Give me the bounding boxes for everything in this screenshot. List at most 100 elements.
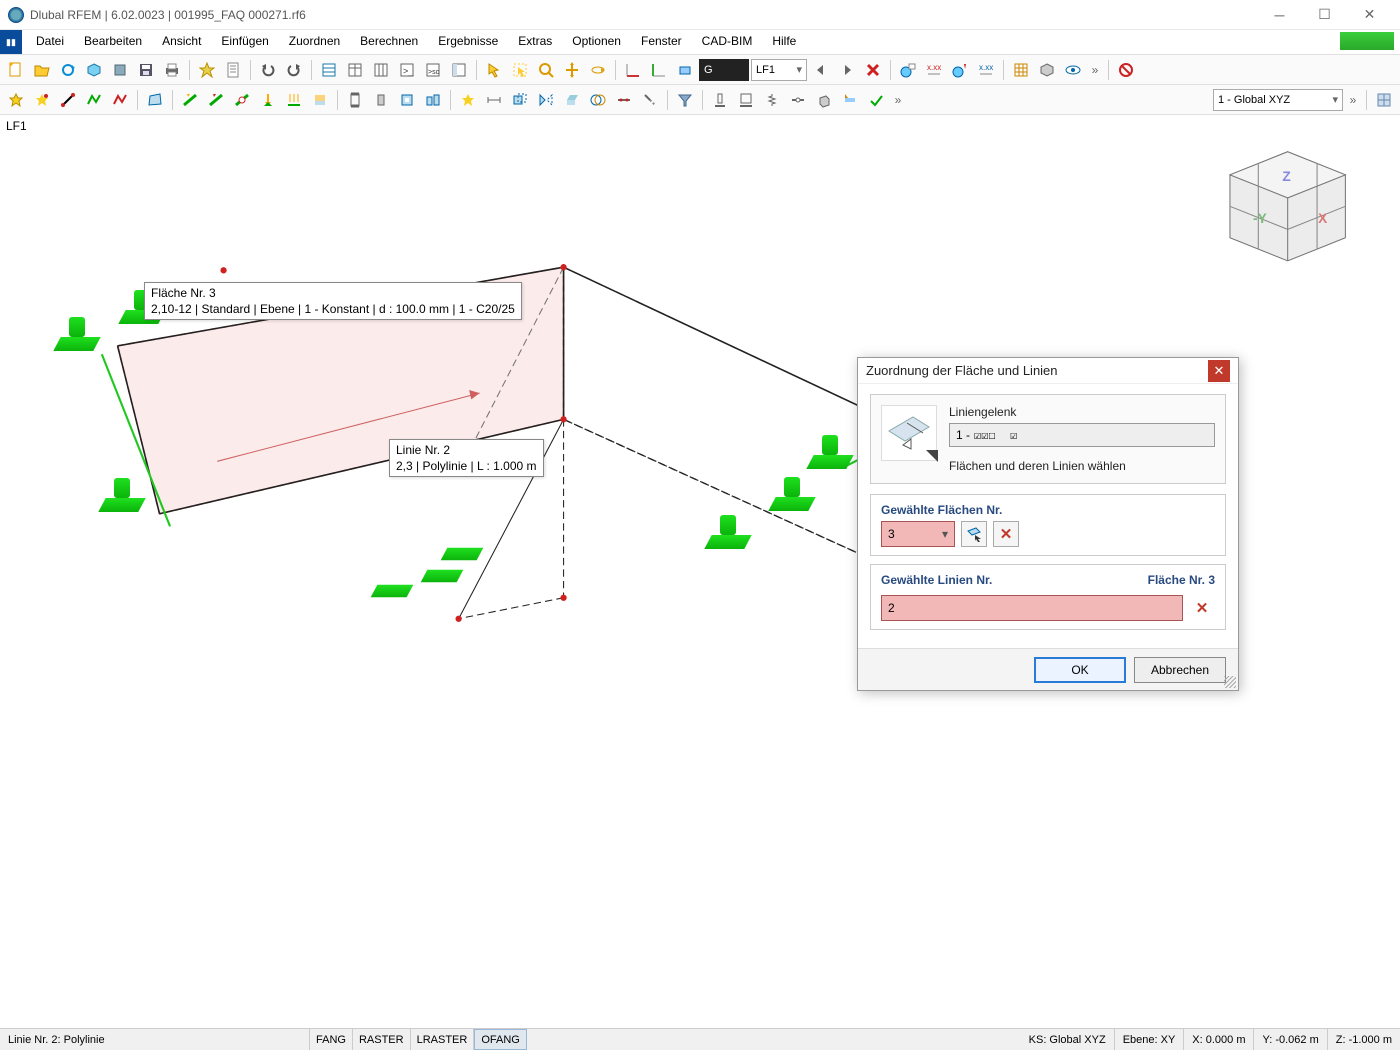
member-hinge-icon[interactable] xyxy=(230,88,254,112)
support-col-icon[interactable] xyxy=(708,88,732,112)
load-node-icon[interactable] xyxy=(256,88,280,112)
render-icon[interactable] xyxy=(1035,58,1059,82)
pan-icon[interactable] xyxy=(560,58,584,82)
select-icon[interactable] xyxy=(482,58,506,82)
status-toggle-raster[interactable]: RASTER xyxy=(353,1029,411,1050)
dialog-resize-grip[interactable] xyxy=(1224,676,1236,688)
node-yellow-icon[interactable] xyxy=(456,88,480,112)
window-minimize-button[interactable]: ─ xyxy=(1257,1,1302,29)
wizard-icon[interactable] xyxy=(195,58,219,82)
surface-quad-icon[interactable] xyxy=(143,88,167,112)
section-icon[interactable] xyxy=(343,88,367,112)
menu-ergebnisse[interactable]: Ergebnisse xyxy=(428,30,508,54)
console-icon[interactable]: >_ xyxy=(395,58,419,82)
save-icon[interactable] xyxy=(134,58,158,82)
menu-cad-bim[interactable]: CAD-BIM xyxy=(692,30,763,54)
menu-einfuegen[interactable]: Einfügen xyxy=(211,30,278,54)
copy-geo-icon[interactable] xyxy=(508,88,532,112)
menu-optionen[interactable]: Optionen xyxy=(562,30,631,54)
member-icon[interactable] xyxy=(178,88,202,112)
line-icon[interactable] xyxy=(56,88,80,112)
load-line-icon[interactable] xyxy=(282,88,306,112)
cancel-action-icon[interactable] xyxy=(1114,58,1138,82)
script-icon[interactable]: >sc xyxy=(421,58,445,82)
node-icon[interactable] xyxy=(4,88,28,112)
polyline-green-icon[interactable] xyxy=(82,88,106,112)
window-maximize-button[interactable]: ☐ xyxy=(1302,1,1347,29)
next-loadcase-icon[interactable] xyxy=(835,58,859,82)
menu-datei[interactable]: Datei xyxy=(26,30,74,54)
refresh-icon[interactable] xyxy=(56,58,80,82)
mirror-icon[interactable] xyxy=(534,88,558,112)
set-icon[interactable] xyxy=(421,88,445,112)
panel-icon[interactable] xyxy=(447,58,471,82)
show-numbering-icon[interactable] xyxy=(896,58,920,82)
node-star-icon[interactable] xyxy=(30,88,54,112)
filter-icon[interactable] xyxy=(673,88,697,112)
eye-icon[interactable] xyxy=(1061,58,1085,82)
status-ebene[interactable]: Ebene: XY xyxy=(1115,1029,1185,1050)
loadcase-type-dropdown[interactable]: G xyxy=(699,59,749,81)
open-file-icon[interactable] xyxy=(30,58,54,82)
overflow-icon[interactable]: » xyxy=(1087,58,1103,82)
print-icon[interactable] xyxy=(160,58,184,82)
load-area-icon[interactable] xyxy=(308,88,332,112)
axis-y-icon[interactable] xyxy=(647,58,671,82)
section2-icon[interactable] xyxy=(369,88,393,112)
menu-zuordnen[interactable]: Zuordnen xyxy=(279,30,350,54)
menu-ansicht[interactable]: Ansicht xyxy=(152,30,211,54)
connect-icon[interactable] xyxy=(638,88,662,112)
select-window-icon[interactable] xyxy=(508,58,532,82)
dialog-titlebar[interactable]: Zuordnung der Fläche und Linien ✕ xyxy=(858,358,1238,384)
table1-icon[interactable] xyxy=(317,58,341,82)
cube-icon[interactable] xyxy=(108,58,132,82)
surfaces-combobox[interactable]: 3 ▾ xyxy=(881,521,955,547)
divide-icon[interactable] xyxy=(612,88,636,112)
support-wall-icon[interactable] xyxy=(734,88,758,112)
overflow3-icon[interactable]: » xyxy=(1345,88,1361,112)
status-toggle-lraster[interactable]: LRASTER xyxy=(411,1029,475,1050)
axis-x-icon[interactable] xyxy=(621,58,645,82)
zoom-icon[interactable] xyxy=(534,58,558,82)
menu-bearbeiten[interactable]: Bearbeiten xyxy=(74,30,152,54)
menu-fenster[interactable]: Fenster xyxy=(631,30,692,54)
dimension-icon[interactable] xyxy=(482,88,506,112)
status-toggle-fang[interactable]: FANG xyxy=(310,1029,353,1050)
member-red-icon[interactable] xyxy=(204,88,228,112)
undo-icon[interactable] xyxy=(256,58,280,82)
extrude-icon[interactable] xyxy=(560,88,584,112)
dialog-close-button[interactable]: ✕ xyxy=(1208,360,1230,382)
app-logo-icon[interactable]: ▮▮ xyxy=(0,30,22,54)
status-ks[interactable]: KS: Global XYZ xyxy=(1021,1029,1115,1050)
table3-icon[interactable] xyxy=(369,58,393,82)
show-dim-x-icon[interactable]: x.xx xyxy=(922,58,946,82)
plane-icon[interactable] xyxy=(673,58,697,82)
menu-berechnen[interactable]: Berechnen xyxy=(350,30,428,54)
show-dim-x2-icon[interactable]: x.xx xyxy=(974,58,998,82)
lines-input[interactable]: 2 xyxy=(881,595,1183,621)
solid-icon[interactable] xyxy=(812,88,836,112)
coord-system-dropdown[interactable]: 1 - Global XYZ▾ xyxy=(1213,89,1343,111)
new-file-icon[interactable] xyxy=(4,58,28,82)
delete-load-icon[interactable] xyxy=(861,58,885,82)
overflow2-icon[interactable]: » xyxy=(890,88,906,112)
table2-icon[interactable] xyxy=(343,58,367,82)
window-close-button[interactable]: ✕ xyxy=(1347,1,1392,29)
status-toggle-ofang[interactable]: OFANG xyxy=(474,1029,527,1050)
check-icon[interactable] xyxy=(864,88,888,112)
menu-extras[interactable]: Extras xyxy=(508,30,562,54)
opening-icon[interactable] xyxy=(395,88,419,112)
ok-button[interactable]: OK xyxy=(1034,657,1126,683)
show-loads-icon[interactable] xyxy=(948,58,972,82)
spring-icon[interactable] xyxy=(760,88,784,112)
view-config-icon[interactable] xyxy=(1372,88,1396,112)
menu-hilfe[interactable]: Hilfe xyxy=(762,30,806,54)
result-beam-icon[interactable] xyxy=(838,88,862,112)
hinge-line-icon[interactable] xyxy=(786,88,810,112)
pick-surface-button[interactable] xyxy=(961,521,987,547)
redo-icon[interactable] xyxy=(282,58,306,82)
cancel-button[interactable]: Abbrechen xyxy=(1134,657,1226,683)
prev-loadcase-icon[interactable] xyxy=(809,58,833,82)
document-icon[interactable] xyxy=(221,58,245,82)
intersect-icon[interactable] xyxy=(586,88,610,112)
